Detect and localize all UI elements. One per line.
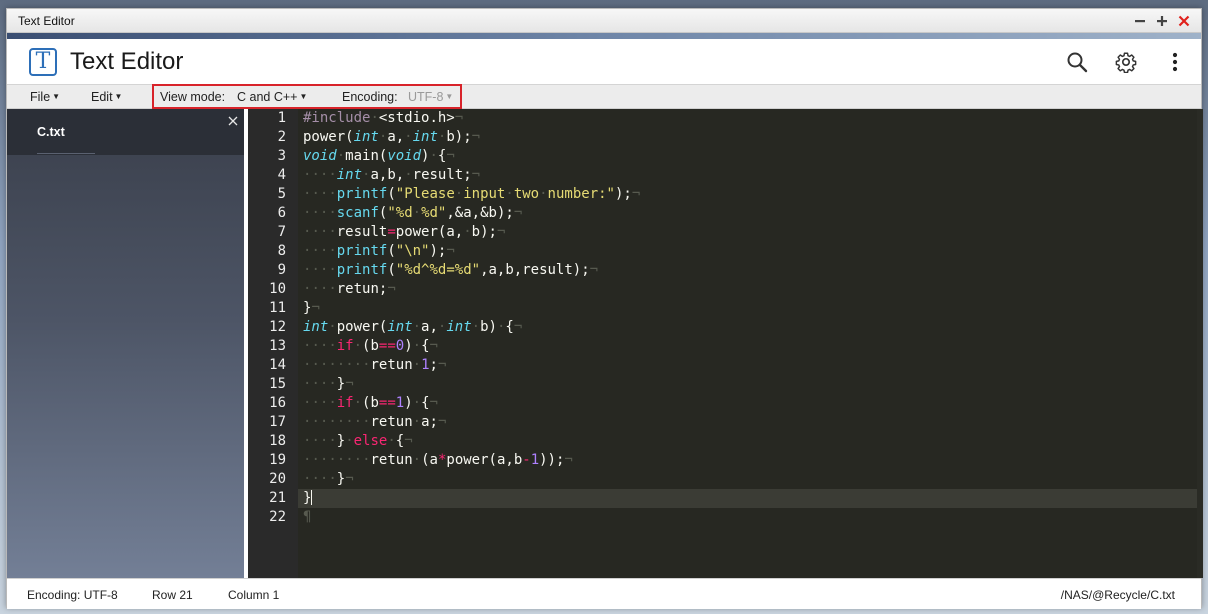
code-line[interactable]: }¬ (298, 299, 1203, 318)
logo-letter: T (35, 48, 51, 74)
caret-down-icon: ▼ (114, 92, 123, 101)
line-number: 4 (277, 167, 286, 183)
code-area[interactable]: #include·<stdio.h>¬ power(int·a,·int·b);¬… (298, 109, 1203, 527)
code-line[interactable]: int·power(int·a,·int·b)·{¬ (298, 318, 1203, 337)
line-number: 11 (269, 300, 286, 316)
code-line[interactable]: } (298, 489, 1203, 508)
gear-icon (1115, 52, 1137, 73)
edit-menu-label: Edit (91, 90, 113, 104)
file-tab-name: C.txt (37, 125, 65, 139)
settings-button[interactable] (1114, 50, 1138, 74)
scrollbar[interactable] (1197, 109, 1203, 578)
status-encoding: Encoding: UTF-8 (27, 588, 118, 602)
code-line[interactable]: ····}¬ (298, 470, 1203, 489)
app-title: Text Editor (70, 47, 184, 75)
encoding-label: Encoding: (342, 90, 398, 104)
code-line[interactable]: power(int·a,·int·b);¬ (298, 128, 1203, 147)
line-number: 19 (269, 452, 286, 468)
code-line[interactable]: ····}¬ (298, 375, 1203, 394)
file-tab[interactable]: C.txt (7, 109, 244, 155)
line-number: 5 (277, 186, 286, 202)
search-icon (1067, 52, 1088, 72)
code-line[interactable]: #include·<stdio.h>¬ (298, 109, 1203, 128)
line-number-gutter: 1 2 3 4 5 6 7 8 9 10 11 12 13 14 15 16 17 18 19 20 21 22 (248, 109, 298, 578)
code-line[interactable]: ····result=power(a,·b);¬ (298, 223, 1203, 242)
window-controls (1129, 11, 1195, 31)
code-line[interactable]: ····printf("\n");¬ (298, 242, 1203, 261)
window-titlebar[interactable]: Text Editor (7, 9, 1201, 33)
line-number: 14 (269, 357, 286, 373)
code-line[interactable]: ¶ (298, 508, 1203, 527)
app-header: T Text Editor (7, 39, 1201, 84)
line-numbers: 1 2 3 4 5 6 7 8 9 10 11 12 13 14 15 16 17 18 19 20 21 22 (269, 109, 286, 527)
line-number: 10 (269, 281, 286, 297)
code-line[interactable]: ····scanf("%d·%d",&a,&b);¬ (298, 204, 1203, 223)
file-menu-label: File (30, 90, 51, 104)
line-number: 2 (277, 129, 286, 145)
close-window-button[interactable] (1173, 11, 1195, 31)
window-title: Text Editor (18, 13, 75, 28)
code-line[interactable]: ····retun;¬ (298, 280, 1203, 299)
line-number: 6 (277, 205, 286, 221)
line-number: 20 (269, 471, 286, 487)
close-icon (1178, 15, 1190, 26)
view-mode-dropdown[interactable]: C and C++ ▼ (237, 90, 307, 104)
status-row: Row 21 (152, 588, 193, 602)
close-tab-button[interactable] (227, 114, 239, 126)
header-toolbar (1040, 50, 1187, 74)
status-column: Column 1 (228, 588, 280, 602)
code-line[interactable]: ····if·(b==0)·{¬ (298, 337, 1203, 356)
encoding-value: UTF-8 (408, 90, 444, 104)
file-sidebar: C.txt (7, 109, 244, 578)
line-number: 9 (277, 262, 286, 278)
line-number: 22 (269, 509, 286, 525)
code-line[interactable]: ····printf("Please·input·two·number:");¬ (298, 185, 1203, 204)
caret-down-icon: ▼ (445, 92, 454, 101)
more-vertical-icon (1172, 52, 1178, 71)
caret-down-icon: ▼ (299, 92, 308, 101)
code-editor[interactable]: #include·<stdio.h>¬ power(int·a,·int·b);¬… (298, 109, 1203, 578)
code-line[interactable]: ····if·(b==1)·{¬ (298, 394, 1203, 413)
file-menu[interactable]: File ▼ (30, 90, 60, 104)
line-number: 8 (277, 243, 286, 259)
edit-menu[interactable]: Edit ▼ (91, 90, 122, 104)
app-logo: T (29, 47, 57, 76)
text-editor-window: Text Editor T Text Editor File ▼ Edit ▼ … (6, 8, 1203, 609)
maximize-button[interactable] (1151, 11, 1173, 31)
code-line[interactable]: ····int·a,b,·result;¬ (298, 166, 1203, 185)
minimize-button[interactable] (1129, 11, 1151, 31)
status-path: /NAS/@Recycle/C.txt (1060, 588, 1175, 602)
code-line[interactable]: ········retun·a;¬ (298, 413, 1203, 432)
caret-down-icon: ▼ (52, 92, 61, 101)
menu-bar: File ▼ Edit ▼ View mode: C and C++ ▼ Encodi… (7, 84, 1201, 109)
line-number: 18 (269, 433, 286, 449)
view-mode-value: C and C++ (237, 90, 298, 104)
code-line[interactable]: ········retun·(a*power(a,b-1));¬ (298, 451, 1203, 470)
code-line[interactable]: ····printf("%d^%d=%d",a,b,result);¬ (298, 261, 1203, 280)
close-icon (228, 116, 238, 126)
minimize-icon (1135, 19, 1145, 22)
line-number: 3 (277, 148, 286, 164)
code-line[interactable]: void·main(void)·{¬ (298, 147, 1203, 166)
code-line[interactable]: ····}·else·{¬ (298, 432, 1203, 451)
line-number: 15 (269, 376, 286, 392)
encoding-dropdown[interactable]: UTF-8 ▼ (408, 90, 453, 104)
plus-icon (1157, 15, 1167, 26)
status-bar: Encoding: UTF-8 Row 21 Column 1 /NAS/@Re… (7, 578, 1201, 609)
code-line[interactable]: ········retun·1;¬ (298, 356, 1203, 375)
search-button[interactable] (1065, 50, 1089, 74)
view-mode-label: View mode: (160, 90, 226, 104)
line-number: 21 (269, 490, 286, 506)
tab-underline (37, 153, 95, 154)
line-number: 17 (269, 414, 286, 430)
line-number: 13 (269, 338, 286, 354)
line-number: 12 (269, 319, 286, 335)
line-number: 16 (269, 395, 286, 411)
line-number: 1 (277, 110, 286, 126)
line-number: 7 (277, 224, 286, 240)
more-options-button[interactable] (1163, 50, 1187, 74)
